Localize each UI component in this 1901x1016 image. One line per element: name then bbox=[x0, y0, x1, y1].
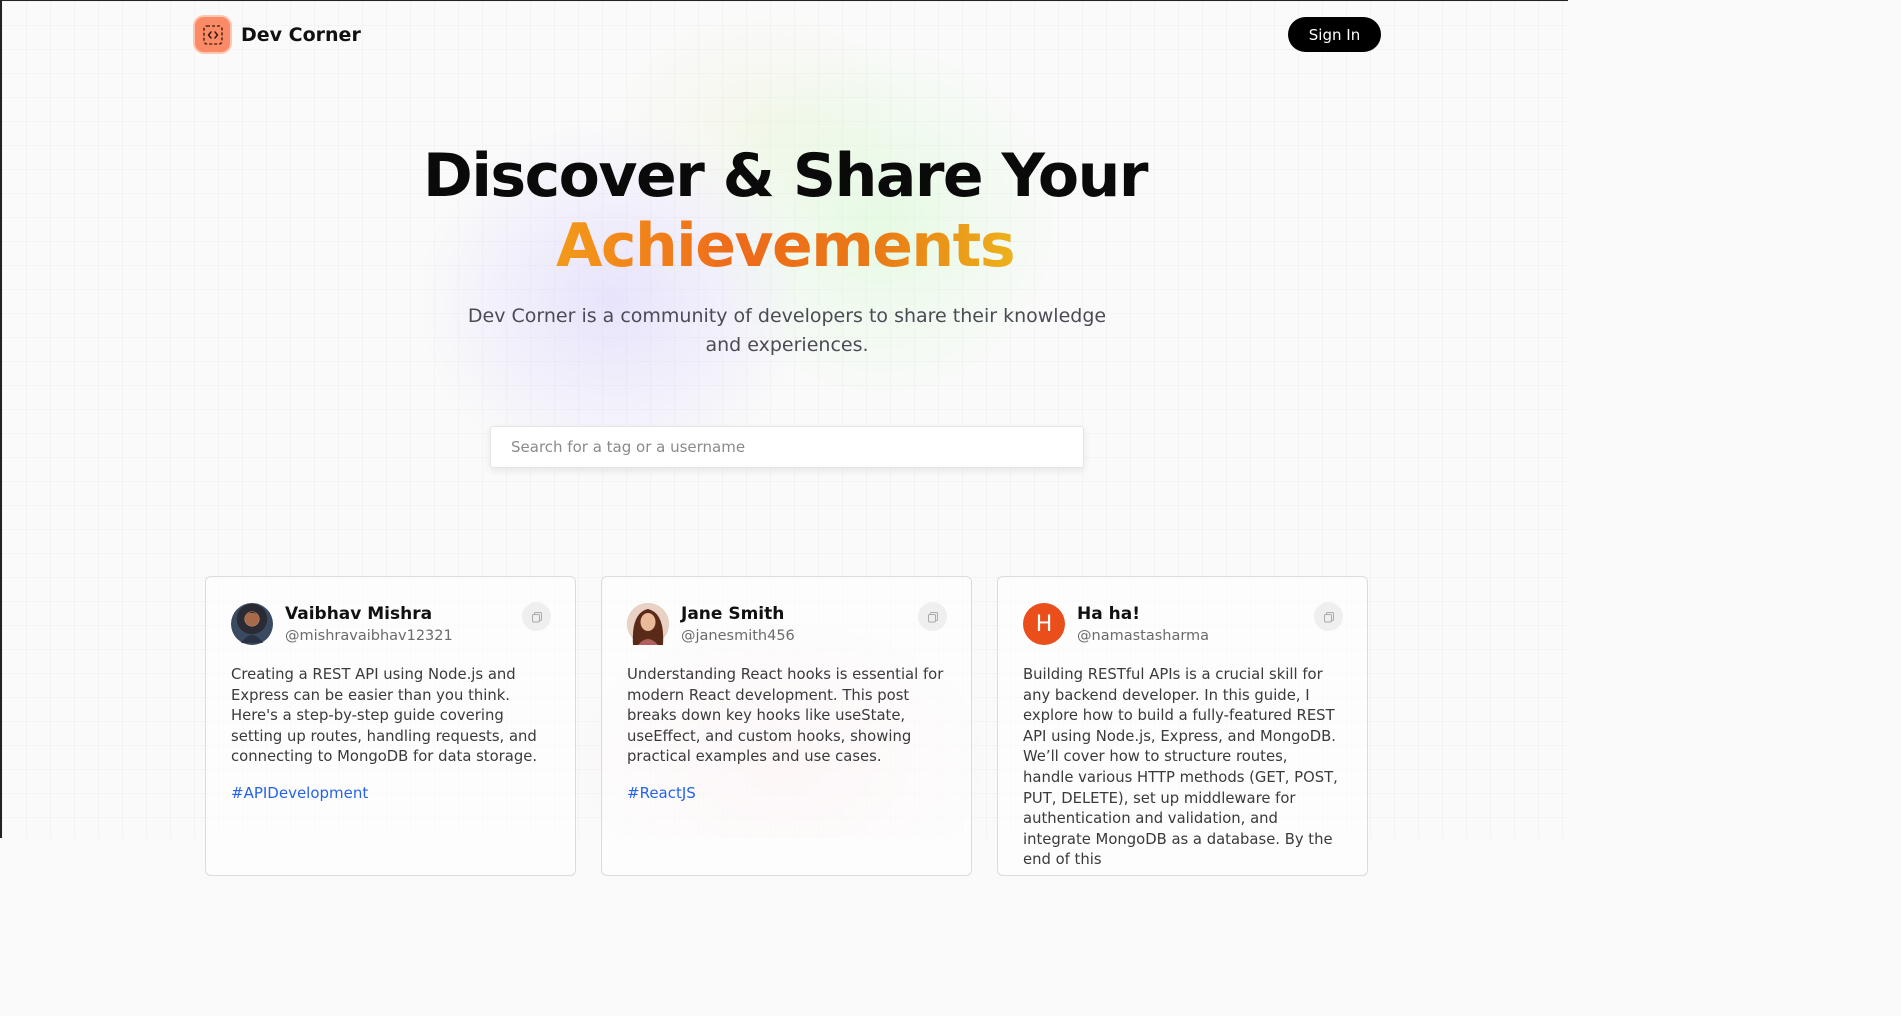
post-tag[interactable]: #APIDevelopment bbox=[231, 784, 550, 802]
hero-title-accent: Achievements bbox=[555, 211, 1016, 281]
code-bracket-icon bbox=[195, 17, 230, 52]
post-card[interactable]: H Ha ha! @namastasharma Building RESTful… bbox=[997, 576, 1368, 876]
post-card[interactable]: Jane Smith @janesmith456 Understanding R… bbox=[601, 576, 972, 876]
post-body: Understanding React hooks is essential f… bbox=[627, 666, 944, 766]
author-handle[interactable]: @mishravaibhav12321 bbox=[285, 628, 453, 644]
brand-logo[interactable]: Dev Corner bbox=[195, 17, 361, 52]
copy-button[interactable] bbox=[522, 602, 551, 631]
author-handle[interactable]: @janesmith456 bbox=[681, 628, 795, 644]
avatar bbox=[627, 603, 669, 645]
hero-title-line1: Discover & Share Your bbox=[423, 141, 1148, 211]
post-body: Creating a REST API using Node.js and Ex… bbox=[231, 666, 538, 766]
brand-name: Dev Corner bbox=[241, 23, 361, 46]
avatar bbox=[231, 603, 273, 645]
copy-icon bbox=[1323, 611, 1334, 622]
post-card[interactable]: Vaibhav Mishra @mishravaibhav12321 Creat… bbox=[205, 576, 576, 876]
avatar: H bbox=[1023, 603, 1065, 645]
hero-subtitle: Dev Corner is a community of developers … bbox=[467, 305, 1107, 356]
post-body: Building RESTful APIs is a crucial skill… bbox=[1023, 666, 1338, 869]
copy-button[interactable] bbox=[1314, 602, 1343, 631]
copy-icon bbox=[927, 611, 938, 622]
post-tag[interactable]: #ReactJS bbox=[627, 784, 946, 802]
search-input[interactable] bbox=[490, 426, 1084, 468]
copy-button[interactable] bbox=[918, 602, 947, 631]
hero-title: Discover & Share Your Achievements bbox=[2, 141, 1568, 281]
sign-in-button[interactable]: Sign In bbox=[1288, 17, 1381, 52]
author-handle[interactable]: @namastasharma bbox=[1077, 628, 1209, 644]
top-navbar: Dev Corner Sign In bbox=[2, 1, 1568, 69]
author-name[interactable]: Vaibhav Mishra bbox=[285, 604, 453, 624]
author-name[interactable]: Ha ha! bbox=[1077, 604, 1209, 624]
copy-icon bbox=[531, 611, 542, 622]
author-name[interactable]: Jane Smith bbox=[681, 604, 795, 624]
